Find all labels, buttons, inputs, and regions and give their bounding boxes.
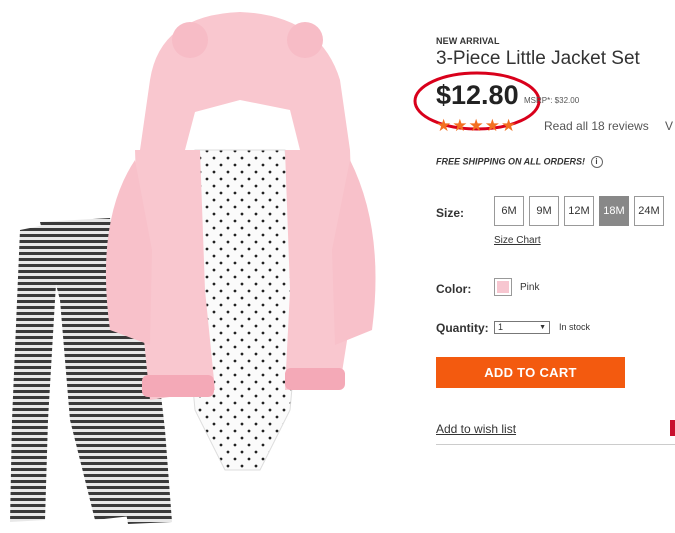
size-option-24m[interactable]: 24M [634,196,664,226]
product-photo [10,12,376,524]
color-label: Color: [436,282,472,296]
color-swatch-pink[interactable] [494,278,512,296]
color-name: Pink [520,282,540,293]
add-to-wishlist-link[interactable]: Add to wish list [436,422,516,436]
add-to-cart-button[interactable]: ADD TO CART [436,357,625,388]
size-option-18m[interactable]: 18M [599,196,629,226]
quantity-select[interactable]: 1 ▼ [494,321,550,334]
size-options: 6M 9M 12M 18M 24M [494,196,664,226]
info-icon[interactable]: i [590,156,603,168]
read-reviews-link[interactable]: Read all 18 reviews [544,119,649,133]
product-title: 3-Piece Little Jacket Set [436,48,640,69]
quantity-value: 1 [498,322,504,332]
size-option-12m[interactable]: 12M [564,196,594,226]
size-option-9m[interactable]: 9M [529,196,559,226]
rating-row: ★★★★★ Read all 18 reviews V [436,116,673,136]
cut-off-button-edge[interactable] [670,420,675,436]
free-shipping-text: FREE SHIPPING ON ALL ORDERS! [436,156,586,167]
truncated-link[interactable]: V [665,119,673,133]
free-shipping-notice: FREE SHIPPING ON ALL ORDERS! i [436,156,603,168]
size-option-6m[interactable]: 6M [494,196,524,226]
quantity-label: Quantity: [436,321,489,335]
color-swatch-fill [497,281,509,293]
divider [436,444,675,445]
msrp-price: MSRP*: $32.00 [524,96,580,105]
stock-status: In stock [559,322,591,332]
size-chart-link[interactable]: Size Chart [494,235,541,246]
price-row: $12.80 MSRP*: $32.00 [436,80,579,111]
new-arrival-badge: NEW ARRIVAL [436,36,500,46]
size-label: Size: [436,206,465,220]
product-image [0,0,420,533]
star-rating-icon: ★★★★★ [436,116,518,135]
chevron-down-icon: ▼ [539,324,546,331]
sale-price: $12.80 [436,80,519,110]
product-details: NEW ARRIVAL 3-Piece Little Jacket Set $1… [436,0,675,533]
